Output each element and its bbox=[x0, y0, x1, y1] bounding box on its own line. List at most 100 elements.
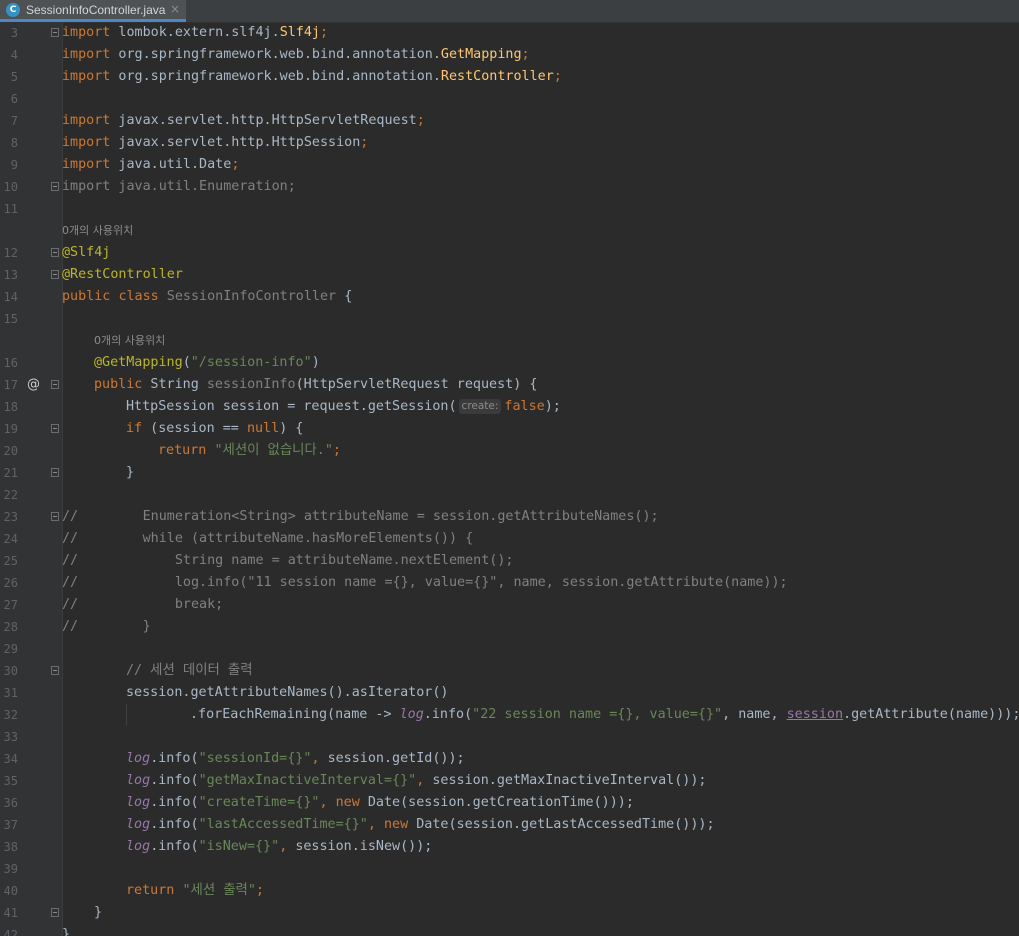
usages-hint-row: 0개의 사용위치 bbox=[0, 220, 1019, 242]
class-reference: GetMapping bbox=[440, 47, 522, 62]
code-text: import org.springframework.web.bind.anno… bbox=[62, 66, 562, 88]
fold-collapse-icon[interactable] bbox=[51, 424, 59, 433]
fold-collapse-icon[interactable] bbox=[51, 666, 59, 675]
line-comment: // String name = attributeName.nextEleme… bbox=[62, 553, 514, 568]
close-icon[interactable]: × bbox=[170, 2, 180, 16]
annotation: @Slf4j bbox=[62, 245, 111, 260]
code-line-29[interactable]: 29 bbox=[0, 638, 1019, 660]
line-number: 28 bbox=[3, 620, 18, 634]
code-text: .getAttribute(name))); bbox=[843, 707, 1019, 722]
code-line-21[interactable]: 21 } bbox=[0, 462, 1019, 484]
code-line-26[interactable]: 26 // log.info("11 session name ={}, val… bbox=[0, 572, 1019, 594]
line-number: 12 bbox=[3, 246, 18, 260]
code-text: public String sessionInfo(HttpServletReq… bbox=[94, 374, 537, 396]
code-line-33[interactable]: 33 bbox=[0, 726, 1019, 748]
code-line-31[interactable]: 31 session.getAttributeNames().asIterato… bbox=[0, 682, 1019, 704]
code-line-10[interactable]: 10 import java.util.Enumeration; bbox=[0, 176, 1019, 198]
fold-end-icon[interactable] bbox=[51, 908, 59, 917]
line-number: 11 bbox=[3, 202, 18, 216]
code-text: org.springframework.web.bind.annotation. bbox=[110, 47, 441, 62]
code-line-22[interactable]: 22 bbox=[0, 484, 1019, 506]
fold-collapse-icon[interactable] bbox=[51, 28, 59, 37]
code-line-25[interactable]: 25 // String name = attributeName.nextEl… bbox=[0, 550, 1019, 572]
string-literal: "22 session name ={}, value={}" bbox=[472, 707, 723, 722]
code-line-15[interactable]: 15 bbox=[0, 308, 1019, 330]
code-line-37[interactable]: 37 log.info("lastAccessedTime={}", new D… bbox=[0, 814, 1019, 836]
punctuation: ) { bbox=[279, 421, 304, 436]
code-line-9[interactable]: 9 import java.util.Date; bbox=[0, 154, 1019, 176]
code-line-17[interactable]: 17 @ public String sessionInfo(HttpServl… bbox=[0, 374, 1019, 396]
code-line-27[interactable]: 27 // break; bbox=[0, 594, 1019, 616]
code-line-16[interactable]: 16 @GetMapping("/session-info") bbox=[0, 352, 1019, 374]
code-line-38[interactable]: 38 log.info("isNew={}", session.isNew())… bbox=[0, 836, 1019, 858]
punctuation: , bbox=[279, 839, 296, 854]
code-line-18[interactable]: 18 HttpSession session = request.getSess… bbox=[0, 396, 1019, 418]
fold-collapse-icon[interactable] bbox=[51, 248, 59, 257]
fold-collapse-icon[interactable] bbox=[51, 512, 59, 521]
code-line-11[interactable]: 11 bbox=[0, 198, 1019, 220]
code-line-6[interactable]: 6 bbox=[0, 88, 1019, 110]
line-number: 7 bbox=[10, 114, 18, 128]
code-line-23[interactable]: 23 // Enumeration<String> attributeName … bbox=[0, 506, 1019, 528]
method-name: sessionInfo bbox=[206, 377, 296, 392]
code-line-19[interactable]: 19 if (session == null) { bbox=[0, 418, 1019, 440]
code-text: session.getAttributeNames().asIterator() bbox=[126, 685, 449, 700]
code-line-7[interactable]: 7 import javax.servlet.http.HttpServletR… bbox=[0, 110, 1019, 132]
brace: } bbox=[94, 905, 103, 920]
code-line-3[interactable]: 3 import lombok.extern.slf4j.Slf4j; bbox=[0, 22, 1019, 44]
code-line-28[interactable]: 28 // } bbox=[0, 616, 1019, 638]
code-text: public class SessionInfoController { bbox=[62, 286, 352, 308]
code-line-8[interactable]: 8 import javax.servlet.http.HttpSession; bbox=[0, 132, 1019, 154]
punctuation: ; bbox=[521, 47, 530, 62]
code-line-24[interactable]: 24 // while (attributeName.hasMoreElemen… bbox=[0, 528, 1019, 550]
keyword: import bbox=[62, 135, 111, 150]
line-number: 21 bbox=[3, 466, 18, 480]
code-line-39[interactable]: 39 bbox=[0, 858, 1019, 880]
code-line-42[interactable]: 42 } bbox=[0, 924, 1019, 936]
usages-hint[interactable]: 0개의 사용위치 bbox=[62, 220, 133, 242]
code-text: .info( bbox=[423, 707, 473, 722]
code-line-20[interactable]: 20 return "세션이 없습니다."; bbox=[0, 440, 1019, 462]
annotation: @GetMapping bbox=[94, 355, 183, 370]
captured-variable: session bbox=[786, 707, 844, 722]
code-line-30[interactable]: 30 // 세션 데이터 출력 bbox=[0, 660, 1019, 682]
keyword: import bbox=[62, 157, 111, 172]
code-line-36[interactable]: 36 log.info("createTime={}", new Date(se… bbox=[0, 792, 1019, 814]
parameter-hint: create: bbox=[458, 399, 502, 414]
code-line-35[interactable]: 35 log.info("getMaxInactiveInterval={}",… bbox=[0, 770, 1019, 792]
line-number: 3 bbox=[10, 26, 18, 40]
usages-hint[interactable]: 0개의 사용위치 bbox=[94, 330, 165, 352]
line-comment: // } bbox=[62, 619, 151, 634]
string-literal: "세션 출력" bbox=[182, 883, 256, 898]
line-number: 33 bbox=[3, 730, 18, 744]
code-line-14[interactable]: 14 public class SessionInfoController { bbox=[0, 286, 1019, 308]
fold-collapse-icon[interactable] bbox=[51, 380, 59, 389]
indent-guide bbox=[126, 704, 127, 726]
log-field: log bbox=[126, 795, 151, 810]
string-literal: "sessionId={}" bbox=[198, 751, 312, 766]
code-text: log.info("getMaxInactiveInterval={}", se… bbox=[126, 770, 706, 792]
code-text: .info( bbox=[150, 795, 199, 810]
fold-end-icon[interactable] bbox=[51, 182, 59, 191]
code-text: session.isNew()); bbox=[295, 839, 433, 854]
code-line-41[interactable]: 41 } bbox=[0, 902, 1019, 924]
code-line-34[interactable]: 34 log.info("sessionId={}", session.getI… bbox=[0, 748, 1019, 770]
tab-title: SessionInfoController.java bbox=[26, 3, 166, 17]
code-line-12[interactable]: 12 @Slf4j bbox=[0, 242, 1019, 264]
override-marker-icon[interactable]: @ bbox=[27, 374, 40, 396]
code-line-40[interactable]: 40 return "세션 출력"; bbox=[0, 880, 1019, 902]
fold-end-icon[interactable] bbox=[51, 468, 59, 477]
line-number: 31 bbox=[3, 686, 18, 700]
code-text: org.springframework.web.bind.annotation. bbox=[110, 69, 441, 84]
code-text: Date(session.getLastAccessedTime())); bbox=[408, 817, 715, 832]
code-text: return "세션 출력"; bbox=[126, 880, 264, 902]
brace: } bbox=[62, 927, 71, 936]
code-text: .forEachRemaining(name -> bbox=[190, 707, 400, 722]
code-text: lombok.extern.slf4j. bbox=[110, 25, 280, 40]
fold-end-icon[interactable] bbox=[51, 270, 59, 279]
code-line-5[interactable]: 5 import org.springframework.web.bind.an… bbox=[0, 66, 1019, 88]
tab-session-info-controller[interactable]: C SessionInfoController.java × bbox=[0, 0, 186, 22]
code-line-4[interactable]: 4 import org.springframework.web.bind.an… bbox=[0, 44, 1019, 66]
code-line-32[interactable]: 32 .forEachRemaining(name -> log.info("2… bbox=[0, 704, 1019, 726]
code-line-13[interactable]: 13 @RestController bbox=[0, 264, 1019, 286]
